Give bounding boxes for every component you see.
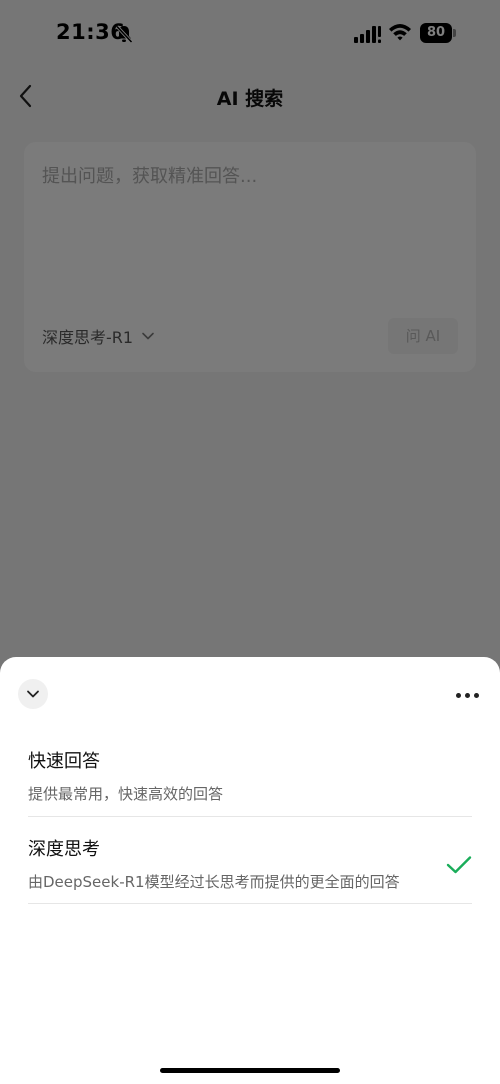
chevron-down-icon: [27, 690, 39, 698]
more-dot-icon: [464, 692, 470, 698]
option-description: 由DeepSeek-R1模型经过长思考而提供的更全面的回答: [28, 873, 400, 891]
option-fast-answer[interactable]: 快速回答 提供最常用，快速高效的回答: [28, 743, 472, 817]
check-icon: [446, 856, 472, 874]
home-indicator: [160, 1068, 340, 1073]
more-dot-icon: [473, 692, 479, 698]
option-deep-think[interactable]: 深度思考 由DeepSeek-R1模型经过长思考而提供的更全面的回答: [28, 831, 472, 904]
option-title: 深度思考: [28, 839, 100, 860]
collapse-button[interactable]: [18, 679, 48, 709]
option-title: 快速回答: [28, 751, 100, 772]
more-options-button[interactable]: [452, 685, 482, 705]
option-description: 提供最常用，快速高效的回答: [28, 785, 224, 803]
mode-bottom-sheet: 快速回答 提供最常用，快速高效的回答 深度思考 由DeepSeek-R1模型经过…: [0, 657, 500, 1084]
more-dot-icon: [455, 692, 461, 698]
